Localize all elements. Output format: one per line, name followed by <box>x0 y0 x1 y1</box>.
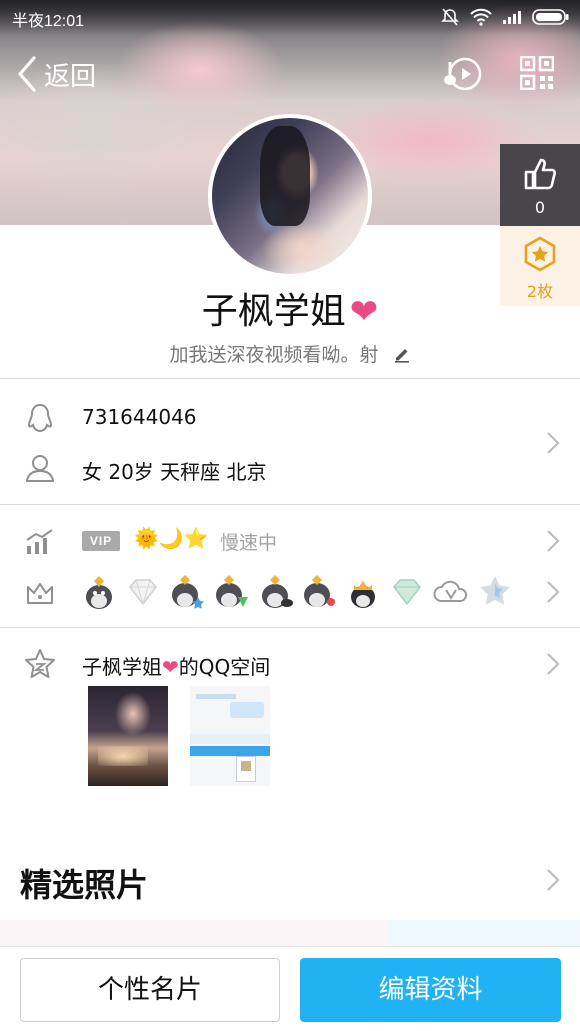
diamond-badge-icon <box>129 579 157 606</box>
status-bar: 半夜12:01 <box>0 0 580 34</box>
qzone-title[interactable]: 子枫学姐❤的QQ空间 <box>82 651 270 680</box>
signal-icon <box>503 11 521 24</box>
avatar[interactable] <box>208 114 372 278</box>
chevron-left-icon <box>18 56 36 92</box>
screenshot-detail <box>230 702 264 718</box>
vip-tag: VIP <box>82 531 120 551</box>
heart-icon: ❤ <box>162 655 179 679</box>
signature-text: 加我送深夜视频看呦。射 <box>169 344 379 366</box>
screenshot-detail <box>190 746 270 756</box>
qr-code-icon[interactable] <box>520 56 554 90</box>
avatar-photo-detail <box>260 126 310 226</box>
penguin-green-badge-icon <box>216 575 248 607</box>
gem-badge-icon <box>393 579 421 606</box>
badge-list[interactable] <box>80 570 514 614</box>
chevron-right-icon[interactable] <box>546 652 560 676</box>
qzone-photo-thumbnail[interactable] <box>88 686 168 786</box>
penguin-outline-icon <box>27 403 53 433</box>
chevron-right-icon[interactable] <box>546 868 560 892</box>
chevron-right-icon[interactable] <box>546 580 560 604</box>
qzone-suffix: 的QQ空间 <box>178 655 271 679</box>
heart-icon: ❤ <box>349 292 379 332</box>
status-icons <box>440 7 570 27</box>
penguin-star-badge-icon <box>172 575 204 609</box>
featured-photos-title[interactable]: 精选照片 <box>20 860 148 906</box>
edit-profile-button[interactable]: 编辑资料 <box>300 958 561 1022</box>
bottom-action-bar: 个性名片 编辑资料 <box>0 946 580 1031</box>
screenshot-detail <box>196 694 236 699</box>
music-note-icon[interactable] <box>442 52 482 92</box>
thumbs-up-icon <box>524 158 556 190</box>
profile-name: 子枫学姐 ❤ <box>0 282 580 334</box>
status-time: 半夜12:01 <box>12 13 85 30</box>
battery-icon <box>532 9 569 25</box>
chevron-right-icon[interactable] <box>546 431 560 455</box>
mute-bell-icon <box>441 8 459 26</box>
medal-star-icon <box>524 236 556 272</box>
screenshot-detail <box>236 756 256 782</box>
like-button[interactable]: 0 <box>500 144 580 226</box>
penguin-gold-badge-icon <box>86 576 112 609</box>
level-chart-icon <box>26 529 53 554</box>
wifi-icon <box>470 8 492 26</box>
signature[interactable]: 加我送深夜视频看呦。射 <box>0 340 580 367</box>
qzone-star-icon <box>25 649 55 678</box>
person-icon <box>25 455 55 482</box>
personal-details: 女 20岁 天秤座 北京 <box>82 460 267 484</box>
divider <box>0 504 580 505</box>
penguin-badge-icon <box>262 575 293 608</box>
qzone-owner: 子枫学姐 <box>82 655 162 679</box>
divider <box>0 378 580 379</box>
cloud-v-badge-icon <box>433 580 468 602</box>
profile-name-text: 子枫学姐 <box>201 291 346 332</box>
pencil-icon <box>394 349 409 363</box>
photo-detail <box>98 746 148 766</box>
qzone-screenshot-thumbnail[interactable] <box>190 686 270 786</box>
featured-photo-strip[interactable] <box>0 920 388 948</box>
divider <box>0 627 580 628</box>
penguin-game-badge-icon <box>304 575 335 607</box>
vip-level-icons: 🌞🌙⭐ <box>134 526 209 550</box>
qq-number: 731644046 <box>82 405 197 429</box>
back-button[interactable]: 返回 <box>16 54 96 94</box>
chevron-right-icon[interactable] <box>546 529 560 553</box>
speed-status: 慢速中 <box>220 532 278 554</box>
like-count: 0 <box>534 198 546 217</box>
screenshot-detail <box>190 734 270 744</box>
star-badge-icon <box>480 576 510 605</box>
crown-icon <box>27 583 53 604</box>
featured-photo-strip[interactable] <box>388 920 580 948</box>
back-label: 返回 <box>44 61 97 92</box>
penguin-crown-badge-icon <box>351 581 375 608</box>
profile-card-button[interactable]: 个性名片 <box>20 958 280 1022</box>
